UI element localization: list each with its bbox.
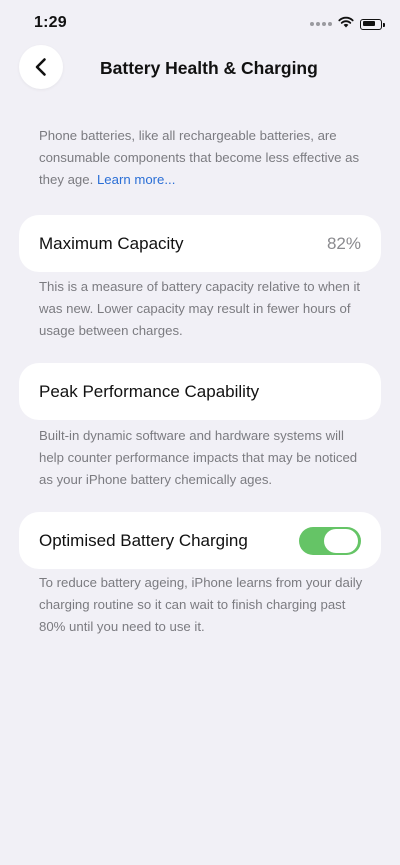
peak-performance-description: Built-in dynamic software and hardware s… [39, 428, 358, 487]
learn-more-link[interactable]: Learn more... [97, 172, 175, 187]
chevron-left-icon [35, 58, 46, 76]
status-time: 1:29 [34, 14, 67, 31]
page-title: Battery Health & Charging [100, 58, 318, 78]
intro-text: Phone batteries, like all rechargeable b… [39, 128, 360, 187]
battery-icon [360, 18, 385, 30]
peak-performance-label: Peak Performance Capability [39, 381, 260, 401]
optimised-charging-row: Optimised Battery Charging [19, 512, 381, 569]
signal-icon [310, 22, 332, 26]
toggle-knob [324, 528, 358, 553]
peak-performance-row: Peak Performance Capability [19, 363, 381, 420]
navigation-bar: Battery Health & Charging [0, 45, 400, 91]
maximum-capacity-row: Maximum Capacity 82% [19, 215, 381, 272]
back-button[interactable] [19, 45, 63, 89]
maximum-capacity-description: This is a measure of battery capacity re… [39, 279, 361, 338]
maximum-capacity-value: 82% [326, 233, 361, 253]
optimised-charging-toggle[interactable] [299, 526, 361, 555]
wifi-icon [338, 15, 354, 33]
optimised-charging-description: To reduce battery ageing, iPhone learns … [39, 575, 363, 634]
intro-description: Phone batteries, like all rechargeable b… [39, 125, 369, 191]
maximum-capacity-label: Maximum Capacity [39, 233, 184, 253]
status-bar: 1:29 [0, 0, 400, 44]
status-icons [310, 15, 385, 33]
optimised-charging-label: Optimised Battery Charging [39, 530, 248, 550]
